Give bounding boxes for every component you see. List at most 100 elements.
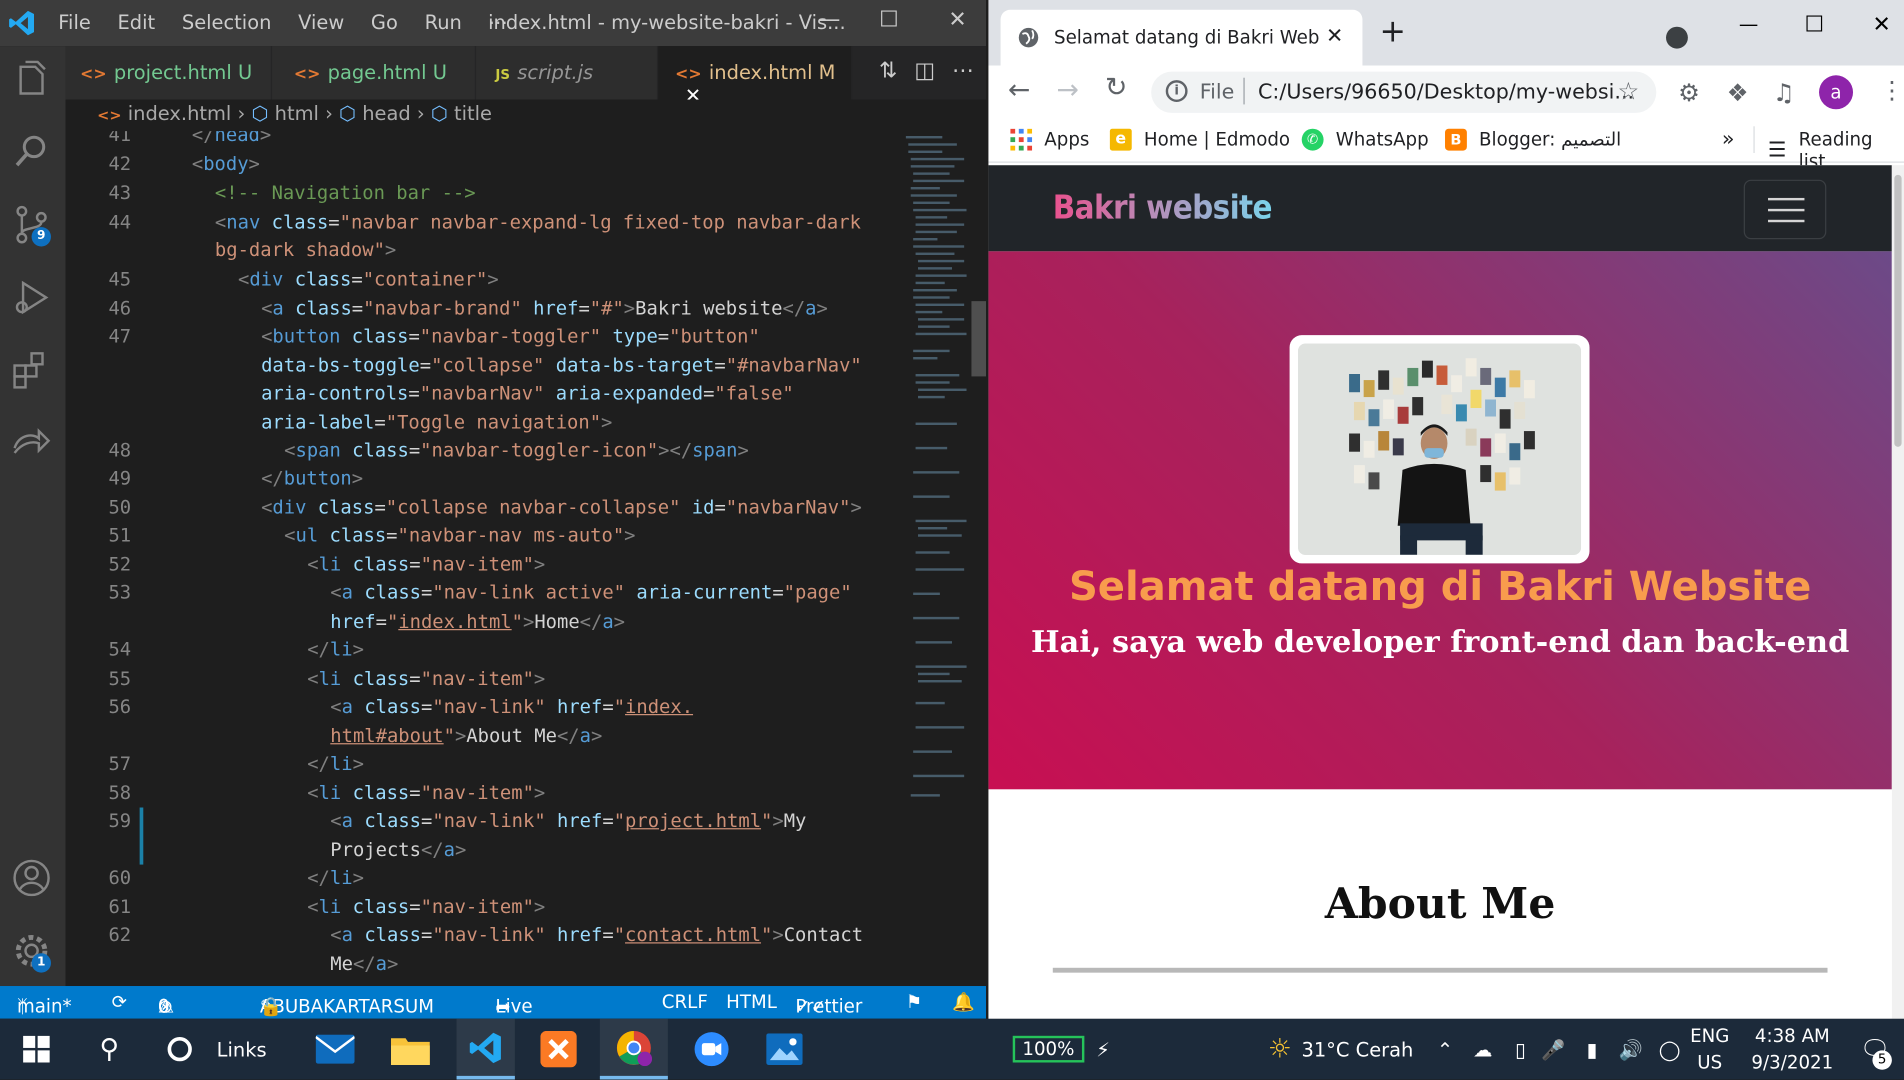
code-line: <li class="nav-item"> (307, 553, 546, 576)
sync-icon[interactable]: ⟳ (112, 991, 127, 1013)
compare-changes-icon[interactable]: ⇅ (879, 58, 897, 84)
feedback-icon[interactable]: ⚑ (906, 991, 922, 1013)
onedrive-cloud-icon[interactable]: ☁ (1467, 1019, 1499, 1080)
code-editor[interactable]: 41 42 43 44 45 46 47 48 49 50 51 52 53 5… (65, 131, 987, 987)
page-scrollbar[interactable] (1891, 165, 1904, 1019)
forward-arrow-icon[interactable]: → (1056, 75, 1078, 105)
weather-widget[interactable]: ☼ 31°C Cerah (1256, 1019, 1426, 1080)
bookmark-label: Blogger: التصميم (1479, 128, 1622, 151)
clock[interactable]: 4:38 AM 9/3/2021 (1744, 1019, 1841, 1080)
code-line: html#about">About Me</a> (330, 724, 603, 747)
editor-scrollbar[interactable] (971, 301, 987, 377)
media-control-icon[interactable]: ♫ (1773, 78, 1795, 107)
battery-indicator[interactable]: 100% ⚡ (1012, 1019, 1110, 1080)
chevron-up-icon[interactable]: ⌃ (1433, 1019, 1457, 1080)
tab-page-html[interactable]: <> page.html U (272, 46, 477, 100)
battery-icon[interactable]: ▮ (1576, 1019, 1608, 1080)
chevron-right-icon: › (237, 102, 246, 126)
scrollbar-thumb[interactable] (1894, 174, 1902, 447)
language-mode[interactable]: HTML (726, 991, 777, 1013)
photos-app-icon[interactable] (758, 1019, 811, 1080)
minimap[interactable] (903, 131, 967, 811)
address-bar[interactable]: i File C:/Users/96650/Desktop/my-websi..… (1151, 71, 1657, 113)
volume-icon[interactable]: 🔊 (1615, 1019, 1647, 1080)
extension-gear-icon[interactable]: ⚙ (1678, 78, 1700, 107)
vscode-taskbar-icon[interactable] (456, 1018, 515, 1080)
account-icon[interactable] (10, 856, 54, 900)
menu-selection[interactable]: Selection (182, 11, 272, 34)
mail-app-icon[interactable] (308, 1019, 361, 1080)
tab-status: M (818, 60, 836, 84)
breadcrumb-item[interactable]: index.html (128, 102, 232, 125)
extensions-puzzle-icon[interactable]: ❖ (1727, 78, 1749, 107)
microphone-icon[interactable]: 🎤 (1540, 1019, 1567, 1080)
file-explorer-icon[interactable] (384, 1019, 437, 1080)
live-share-icon[interactable] (10, 421, 54, 465)
tab-search-icon[interactable] (1666, 26, 1688, 49)
tab-project-html[interactable]: <> project.html U (65, 46, 273, 100)
run-debug-icon[interactable] (10, 276, 54, 320)
notifications-bell-icon[interactable]: 🔔 (952, 991, 975, 1013)
meet-now-icon[interactable]: ▯ (1506, 1019, 1535, 1080)
search-icon[interactable] (10, 130, 54, 174)
links-toolbar[interactable]: Links (214, 1019, 270, 1080)
eol-status[interactable]: CRLF (662, 991, 708, 1013)
info-icon[interactable]: i (1165, 80, 1188, 103)
new-tab-icon[interactable]: + (1379, 16, 1405, 48)
tab-script-js[interactable]: JS script.js (476, 46, 659, 100)
maximize-icon[interactable]: ☐ (879, 7, 899, 33)
navbar-brand[interactable]: Bakri website (1053, 189, 1273, 227)
tab-status: U (432, 60, 447, 84)
menu-run[interactable]: Run (425, 11, 462, 34)
navbar-toggler-button[interactable] (1743, 179, 1827, 240)
bookmark-edmodo[interactable]: e Home | Edmodo (1109, 128, 1290, 151)
vscode-titlebar: File Edit Selection View Go Run ⋯ index.… (0, 0, 987, 47)
reload-icon[interactable]: ↻ (1105, 73, 1127, 103)
zoom-app-icon[interactable] (685, 1019, 738, 1080)
chrome-taskbar-icon[interactable] (599, 1018, 668, 1080)
bookmark-apps[interactable]: Apps (1010, 128, 1089, 151)
search-icon[interactable]: ⚲ (85, 1019, 134, 1080)
code-line: <a class="nav-link" href="contact.html">… (330, 924, 864, 946)
bookmark-star-icon[interactable]: ☆ (1617, 77, 1639, 106)
windows-start-icon[interactable] (15, 1019, 59, 1080)
avatar[interactable]: a (1819, 75, 1854, 110)
breadcrumb-item[interactable]: html (275, 102, 319, 125)
action-center-icon[interactable]: 🗨 5 (1855, 1019, 1894, 1080)
menu-view[interactable]: View (298, 11, 344, 34)
hero-subtitle: Hai, saya web developer front-end dan ba… (1030, 624, 1850, 660)
wifi-icon[interactable]: ◯ (1654, 1019, 1686, 1080)
breadcrumb-item[interactable]: title (454, 102, 492, 125)
tab-label: script.js (517, 60, 594, 84)
minimize-icon[interactable]: — (818, 7, 840, 33)
input-language[interactable]: ENG US (1688, 1019, 1732, 1080)
weather-text: 31°C Cerah (1301, 1037, 1414, 1061)
bookmark-whatsapp[interactable]: ✆ WhatsApp (1301, 128, 1429, 151)
tab-index-html[interactable]: <> index.html M ✕ (658, 46, 853, 107)
bookmarks-overflow-icon[interactable]: » (1722, 128, 1735, 152)
whatsapp-icon: ✆ (1301, 128, 1324, 151)
menu-go[interactable]: Go (371, 11, 398, 34)
kebab-menu-icon[interactable]: ⋮ (1880, 75, 1904, 104)
git-change-indicator (139, 807, 144, 865)
split-editor-icon[interactable]: ◫ (914, 58, 935, 84)
browser-tab[interactable]: Selamat datang di Bakri Web ✕ (1000, 9, 1363, 66)
menu-edit[interactable]: Edit (118, 11, 156, 34)
cortana-icon[interactable] (158, 1019, 202, 1080)
bookmark-blogger[interactable]: B Blogger: التصميم (1445, 128, 1622, 151)
breadcrumb-item[interactable]: head (362, 102, 411, 125)
close-icon[interactable]: ✕ (948, 7, 966, 33)
profile-photo-image (1298, 343, 1582, 555)
more-actions-icon[interactable]: ⋯ (952, 58, 974, 84)
maximize-icon[interactable]: ☐ (1804, 12, 1824, 38)
menu-file[interactable]: File (58, 11, 91, 34)
code-line: Projects</a> (330, 839, 467, 861)
extensions-icon[interactable] (10, 349, 54, 393)
minimize-icon[interactable]: — (1739, 12, 1758, 35)
xampp-icon[interactable] (529, 1019, 587, 1080)
tab-close-icon[interactable]: ✕ (1326, 24, 1343, 48)
back-arrow-icon[interactable]: ← (1008, 75, 1030, 105)
explorer-icon[interactable] (10, 57, 54, 101)
close-icon[interactable]: ✕ (1872, 12, 1890, 38)
code-line: aria-controls="navbarNav" aria-expanded=… (261, 382, 794, 405)
